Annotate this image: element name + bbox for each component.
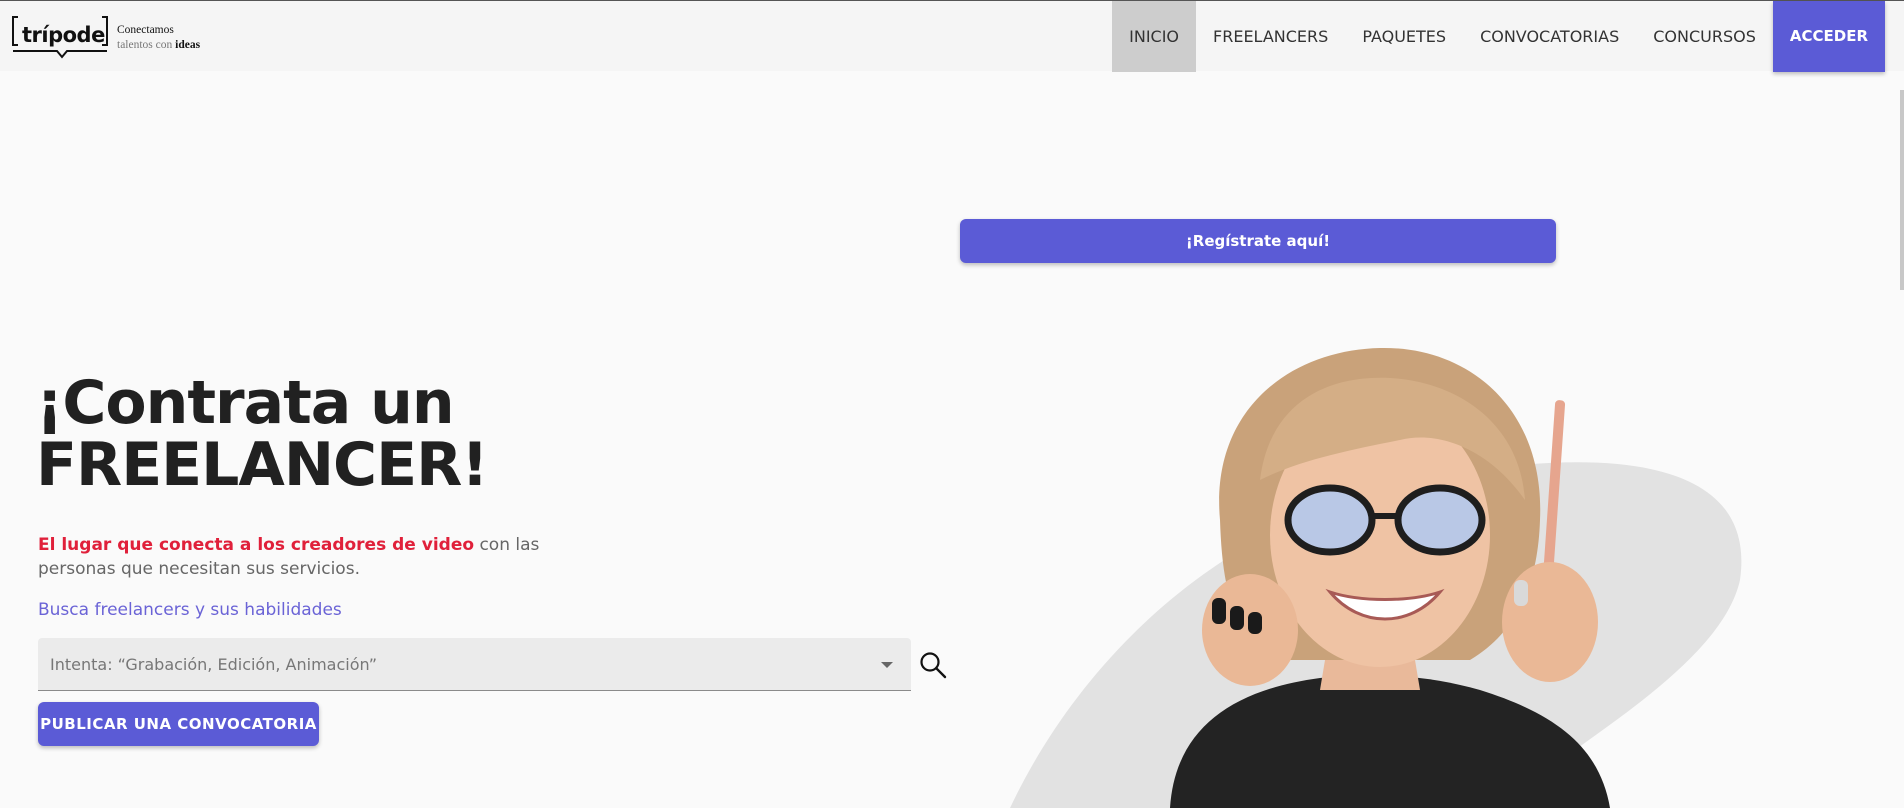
page-scrollbar[interactable] <box>1900 90 1904 290</box>
hero-description: El lugar que conecta a los creadores de … <box>38 533 558 581</box>
register-button[interactable]: ¡Regístrate aquí! <box>960 219 1556 263</box>
logo-tagline: Conectamos talentos con ideas <box>117 23 227 53</box>
hero-title: ¡Contrata un FREELANCER! <box>36 372 636 496</box>
main-nav: INICIO FREELANCERS PAQUETES CONVOCATORIA… <box>1112 1 1885 72</box>
hero-description-highlight: El lugar que conecta a los creadores de … <box>38 535 475 555</box>
tagline-line2: talentos con ideas <box>117 38 227 53</box>
nav-item-concursos[interactable]: CONCURSOS <box>1636 1 1773 72</box>
nav-item-freelancers[interactable]: FREELANCERS <box>1196 1 1345 72</box>
chevron-down-icon[interactable] <box>881 662 893 668</box>
nav-item-paquetes[interactable]: PAQUETES <box>1345 1 1463 72</box>
search-field <box>38 638 911 691</box>
nav-item-convocatorias[interactable]: CONVOCATORIAS <box>1463 1 1636 72</box>
logo-text: trípode <box>22 23 105 47</box>
hero-title-line2: FREELANCER! <box>36 430 489 500</box>
search-label: Busca freelancers y sus habilidades <box>38 600 342 620</box>
tagline-line1: Conectamos <box>117 24 174 36</box>
tagline-prefix: talentos con <box>117 39 176 51</box>
hero-title-line1: ¡Contrata un <box>36 368 455 438</box>
search-input[interactable] <box>38 638 878 690</box>
tagline-bold: ideas <box>175 39 201 51</box>
tripode-logo[interactable]: trípode Conectamos talentos con ideas <box>12 15 212 59</box>
nav-item-inicio[interactable]: INICIO <box>1112 1 1197 72</box>
hero-woman-illustration <box>1010 347 1742 808</box>
logo-wordmark: trípode <box>22 23 105 47</box>
acceder-button[interactable]: ACCEDER <box>1772 1 1885 72</box>
top-nav-bar: trípode Conectamos talentos con ideas IN… <box>0 0 1904 72</box>
search-icon[interactable] <box>919 651 947 679</box>
publish-convocatoria-button[interactable]: PUBLICAR UNA CONVOCATORIA <box>38 702 319 746</box>
